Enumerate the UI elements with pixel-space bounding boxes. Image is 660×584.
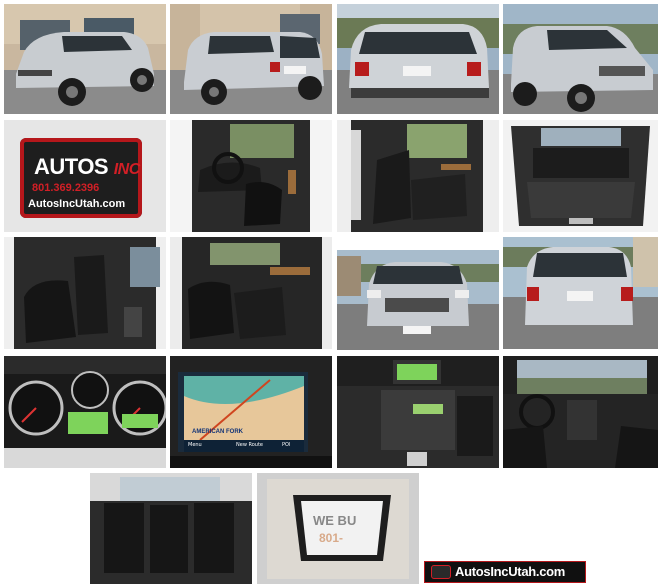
photo-gallery: AUTOS INC 801.369.2396 AutosIncUtah.com bbox=[0, 0, 660, 584]
photo-front-seats-passenger[interactable] bbox=[170, 237, 332, 349]
photo-exterior-front[interactable] bbox=[337, 250, 499, 350]
photo-rear-seats-view[interactable] bbox=[90, 473, 252, 584]
rear-seats-side-image bbox=[4, 237, 166, 349]
logo-brand: AUTOS INC bbox=[34, 154, 141, 179]
sunroof-image bbox=[257, 473, 419, 584]
sunroof-sign-text: WE BU bbox=[313, 513, 357, 528]
photo-dealer-logo[interactable]: AUTOS INC 801.369.2396 AutosIncUtah.com bbox=[4, 120, 166, 232]
sunroof-sign-number: 801- bbox=[319, 531, 344, 545]
console-image bbox=[337, 356, 499, 468]
suv-front-left-image bbox=[4, 4, 166, 114]
suv-front-image bbox=[337, 250, 499, 350]
photo-interior-rear-seats-door[interactable] bbox=[337, 120, 499, 232]
photo-dashboard-wide[interactable] bbox=[503, 356, 658, 468]
suv-rear-left-image bbox=[170, 4, 332, 114]
cargo-image bbox=[503, 120, 658, 232]
nav-poi-button[interactable]: POI bbox=[282, 442, 290, 448]
dealer-sign: AUTOS INC 801.369.2396 AutosIncUtah.com bbox=[20, 138, 142, 218]
logo-url: AutosIncUtah.com bbox=[28, 198, 126, 210]
photo-exterior-rear-straight[interactable] bbox=[503, 237, 658, 349]
nav-road-label: AMERICAN FORK bbox=[192, 429, 243, 435]
interior-rear-image bbox=[337, 120, 499, 232]
photo-instrument-cluster[interactable] bbox=[4, 356, 166, 468]
logo-brand-suffix: INC bbox=[113, 161, 141, 178]
cluster-image bbox=[4, 356, 166, 468]
photo-exterior-front-right[interactable] bbox=[503, 4, 658, 114]
photo-navigation-screen[interactable]: AMERICAN FORK Menu New Route POI bbox=[170, 356, 332, 468]
banner-url: AutosIncUtah.com bbox=[455, 564, 566, 579]
nav-new-route-button[interactable]: New Route bbox=[236, 442, 263, 448]
photo-exterior-front-left[interactable] bbox=[4, 4, 166, 114]
dealer-banner[interactable]: AutosIncUtah.com bbox=[424, 561, 586, 583]
nav-menu-button[interactable]: Menu bbox=[188, 442, 202, 448]
nav-screen-image bbox=[170, 356, 332, 468]
rear-seats-image bbox=[90, 473, 252, 584]
photo-cargo-area[interactable] bbox=[503, 120, 658, 232]
photo-sunroof[interactable]: WE BU 801- bbox=[257, 473, 419, 584]
front-seats-image bbox=[170, 237, 332, 349]
photo-exterior-rear-left[interactable] bbox=[170, 4, 332, 114]
dashboard-image bbox=[503, 356, 658, 468]
suv-rear-straight-image bbox=[503, 237, 658, 349]
photo-interior-driver-door[interactable] bbox=[170, 120, 332, 232]
interior-driver-image bbox=[170, 120, 332, 232]
suv-front-right-image bbox=[503, 4, 658, 114]
photo-exterior-rear[interactable] bbox=[337, 4, 499, 114]
logo-phone: 801.369.2396 bbox=[32, 182, 100, 194]
photo-rear-seats-side[interactable] bbox=[4, 237, 166, 349]
photo-center-console[interactable] bbox=[337, 356, 499, 468]
car-logo-icon bbox=[431, 565, 451, 579]
suv-rear-image bbox=[337, 4, 499, 114]
